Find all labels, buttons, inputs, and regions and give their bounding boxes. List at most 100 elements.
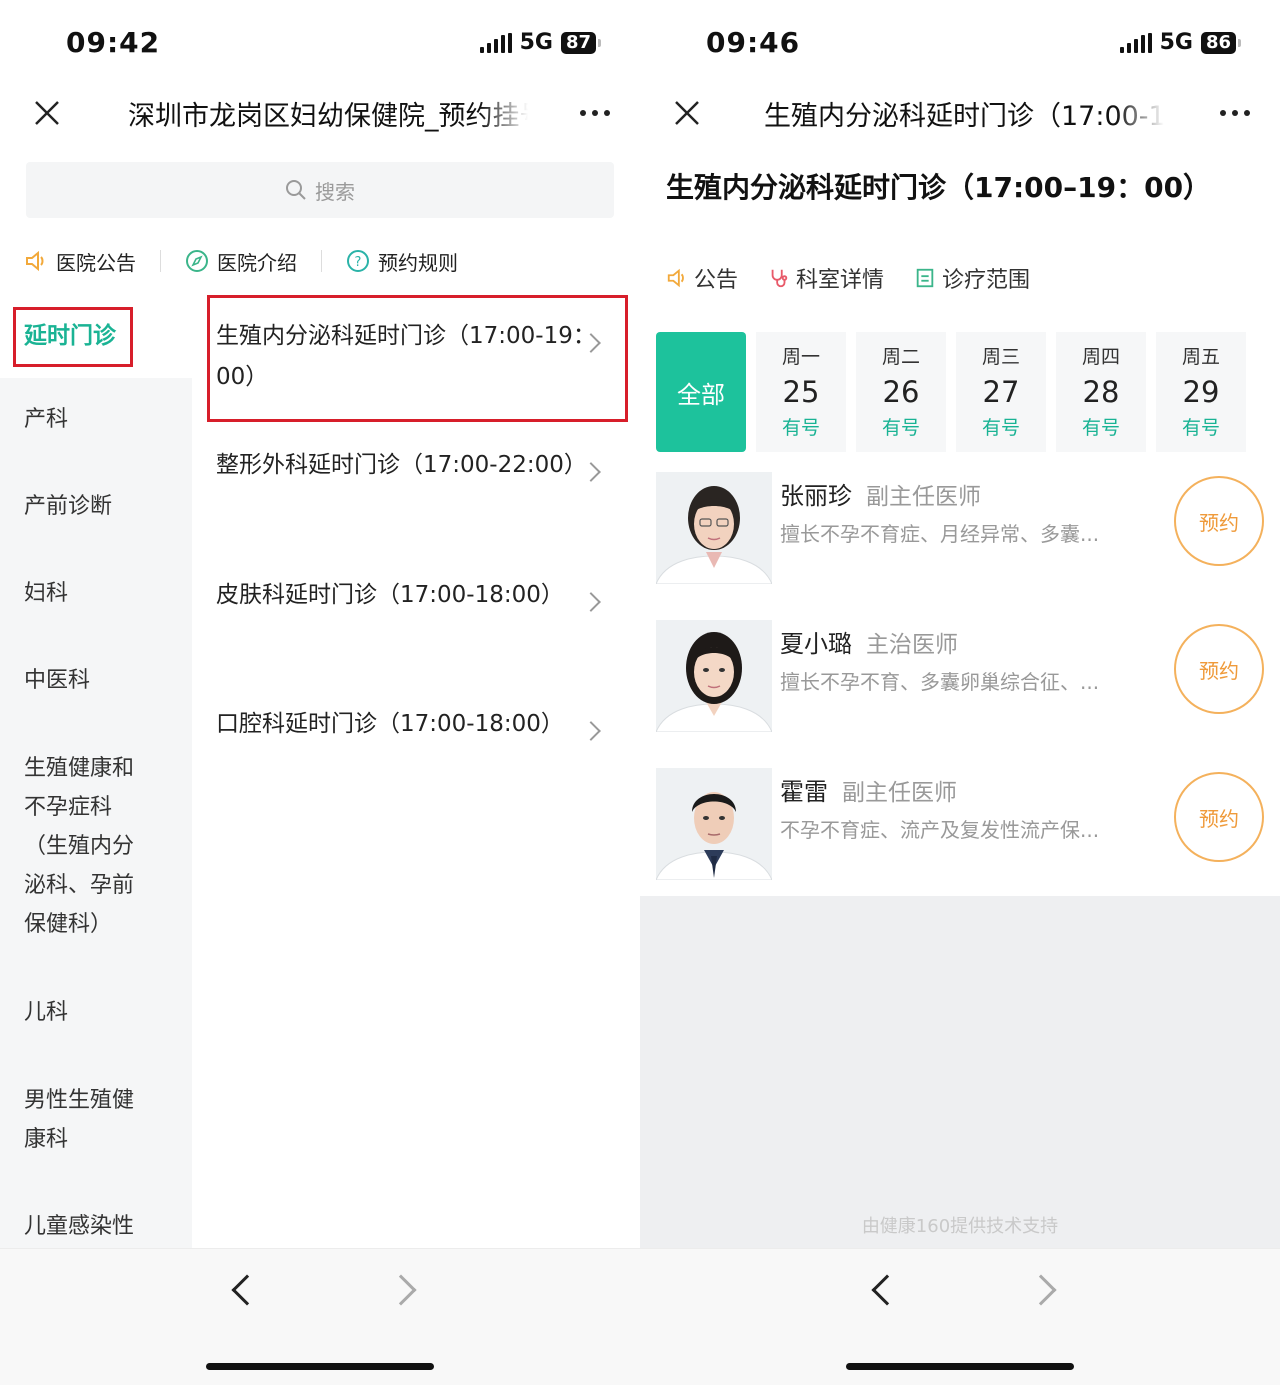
page-title: 深圳市龙岗区妇幼保健院_预约挂号 <box>128 101 528 132</box>
weekday-label: 周二 <box>881 346 920 368</box>
close-icon[interactable] <box>672 98 702 128</box>
divider <box>321 250 322 272</box>
left-screen: 09:42 5G 87 深圳市龙岗区妇幼保健院_预约挂号 搜索 医院公告 医院介… <box>0 0 640 1385</box>
day-label: 26 <box>882 375 920 409</box>
availability-label: 有号 <box>1081 417 1120 439</box>
right-screen: 09:46 5G 86 生殖内分泌科延时门诊（17:00-19：00） 生殖内分… <box>640 0 1280 1385</box>
date-selector: 全部 周一 25 有号 周二 26 有号 周三 27 有号 周四 28 有号 周… <box>656 332 1264 452</box>
signal-icon <box>1119 32 1152 53</box>
doctor-card[interactable]: 张丽珍 副主任医师 擅长不孕不育症、月经异常、多囊... 预约 <box>656 472 1280 584</box>
forward-icon[interactable] <box>1025 1274 1057 1306</box>
status-time: 09:42 <box>66 26 161 59</box>
weekday-label: 周一 <box>781 346 820 368</box>
doctor-card[interactable]: 霍雷 副主任医师 不孕不育症、流产及复发性流产保... 预约 <box>656 768 1280 880</box>
stethoscope-icon <box>771 269 788 288</box>
empty-area <box>640 896 1280 1248</box>
home-indicator[interactable] <box>846 1363 1074 1370</box>
nav-bar: 深圳市龙岗区妇幼保健院_预约挂号 <box>0 80 640 146</box>
nav-bar: 生殖内分泌科延时门诊（17:00-19：00） <box>640 80 1280 146</box>
list-item[interactable]: 整形外科延时门诊（17:00-22:00） <box>216 445 606 486</box>
date-cell[interactable]: 周四 28 有号 <box>1056 332 1146 452</box>
bottom-toolbar <box>640 1248 1280 1385</box>
department-tabs: 公告 科室详情 诊疗范围 <box>666 262 1030 294</box>
day-label: 25 <box>782 375 820 409</box>
availability-label: 有号 <box>981 417 1020 439</box>
sidebar-item[interactable]: 中医科 <box>24 661 164 700</box>
doctor-header: 张丽珍 副主任医师 <box>780 476 981 511</box>
quick-link-announcement[interactable]: 医院公告 <box>24 247 136 276</box>
status-time: 09:46 <box>706 26 801 59</box>
avatar <box>656 620 772 732</box>
doctor-specialty: 擅长不孕不育、多囊卵巢综合征、... <box>780 670 1100 694</box>
quick-link-rules[interactable]: ? 预约规则 <box>346 247 458 276</box>
date-all-button[interactable]: 全部 <box>656 332 746 452</box>
sidebar-item[interactable]: 儿科 <box>24 993 164 1032</box>
weekday-label: 周五 <box>1181 346 1220 368</box>
signal-icon <box>479 32 512 53</box>
sidebar-item[interactable]: 男性生殖健康科 <box>24 1081 148 1159</box>
list-item[interactable]: 皮肤科延时门诊（17:00-18:00） <box>216 575 606 616</box>
sidebar-item[interactable]: 妇科 <box>24 574 164 613</box>
sidebar-item-extended-hours[interactable]: 延时门诊 <box>24 316 116 350</box>
weekday-label: 周三 <box>981 346 1020 368</box>
back-icon[interactable] <box>231 1274 263 1306</box>
quick-link-label: 预约规则 <box>378 250 458 275</box>
search-placeholder: 搜索 <box>315 179 355 204</box>
availability-label: 有号 <box>881 417 920 439</box>
tab-announcement[interactable]: 公告 <box>666 262 738 294</box>
quick-link-label: 医院公告 <box>56 250 136 275</box>
sidebar-item[interactable]: 儿童感染性 <box>24 1207 164 1246</box>
more-icon[interactable] <box>580 110 610 116</box>
doctor-name: 张丽珍 <box>780 482 852 510</box>
doctor-title: 主治医师 <box>866 632 958 658</box>
status-indicators: 5G 86 <box>1119 30 1242 55</box>
sidebar-item[interactable]: 产前诊断 <box>24 487 164 526</box>
doctor-specialty: 不孕不育症、流产及复发性流产保... <box>780 818 1100 842</box>
avatar <box>656 768 772 880</box>
availability-label: 有号 <box>781 417 820 439</box>
quick-links: 医院公告 医院介绍 ? 预约规则 <box>24 246 458 276</box>
doctor-name: 夏小璐 <box>780 630 852 658</box>
sidebar-item[interactable]: 生殖健康和不孕症科（生殖内分泌科、孕前保健科） <box>24 749 148 944</box>
status-indicators: 5G 87 <box>479 30 602 55</box>
more-icon[interactable] <box>1220 110 1250 116</box>
home-indicator[interactable] <box>206 1363 434 1370</box>
back-icon[interactable] <box>871 1274 903 1306</box>
svg-text:?: ? <box>355 255 362 270</box>
quick-link-intro[interactable]: 医院介绍 <box>185 247 297 276</box>
network-label: 5G <box>519 30 553 55</box>
book-button[interactable]: 预约 <box>1174 772 1264 862</box>
date-cell[interactable]: 周三 27 有号 <box>956 332 1046 452</box>
date-cell[interactable]: 周一 25 有号 <box>756 332 846 452</box>
department-sidebar: 延时门诊 产科 产前诊断 妇科 中医科 生殖健康和不孕症科（生殖内分泌科、孕前保… <box>0 296 192 1248</box>
quick-link-label: 医院介绍 <box>217 250 297 275</box>
footer-credit: 由健康160提供技术支持 <box>861 1216 1059 1237</box>
list-icon <box>916 268 934 288</box>
bottom-toolbar <box>0 1248 640 1385</box>
sidebar-item[interactable]: 产科 <box>24 400 164 439</box>
search-input[interactable]: 搜索 <box>26 162 614 218</box>
search-icon <box>286 180 306 200</box>
tab-department-details[interactable]: 科室详情 <box>768 262 884 294</box>
question-icon: ? <box>347 250 369 272</box>
compass-icon <box>186 250 208 272</box>
book-button[interactable]: 预约 <box>1174 476 1264 566</box>
tab-label: 科室详情 <box>796 268 885 293</box>
availability-label: 有号 <box>1181 417 1220 439</box>
tab-treatment-scope[interactable]: 诊疗范围 <box>914 262 1030 294</box>
close-icon[interactable] <box>32 98 62 128</box>
date-cell[interactable]: 周二 26 有号 <box>856 332 946 452</box>
doctor-card[interactable]: 夏小璐 主治医师 擅长不孕不育、多囊卵巢综合征、... 预约 <box>656 620 1280 732</box>
day-label: 28 <box>1082 375 1120 409</box>
tab-label: 诊疗范围 <box>942 268 1031 293</box>
list-item[interactable]: 口腔科延时门诊（17:00-18:00） <box>216 704 606 745</box>
list-item[interactable]: 生殖内分泌科延时门诊（17:00-19：00） <box>216 316 606 398</box>
book-button[interactable]: 预约 <box>1174 624 1264 714</box>
battery-icon: 87 <box>560 31 602 54</box>
weekday-label: 周四 <box>1081 346 1120 368</box>
day-label: 29 <box>1182 375 1220 409</box>
forward-icon[interactable] <box>385 1274 417 1306</box>
date-cell[interactable]: 周五 29 有号 <box>1156 332 1246 452</box>
speaker-icon <box>26 250 44 272</box>
day-label: 27 <box>982 375 1020 409</box>
